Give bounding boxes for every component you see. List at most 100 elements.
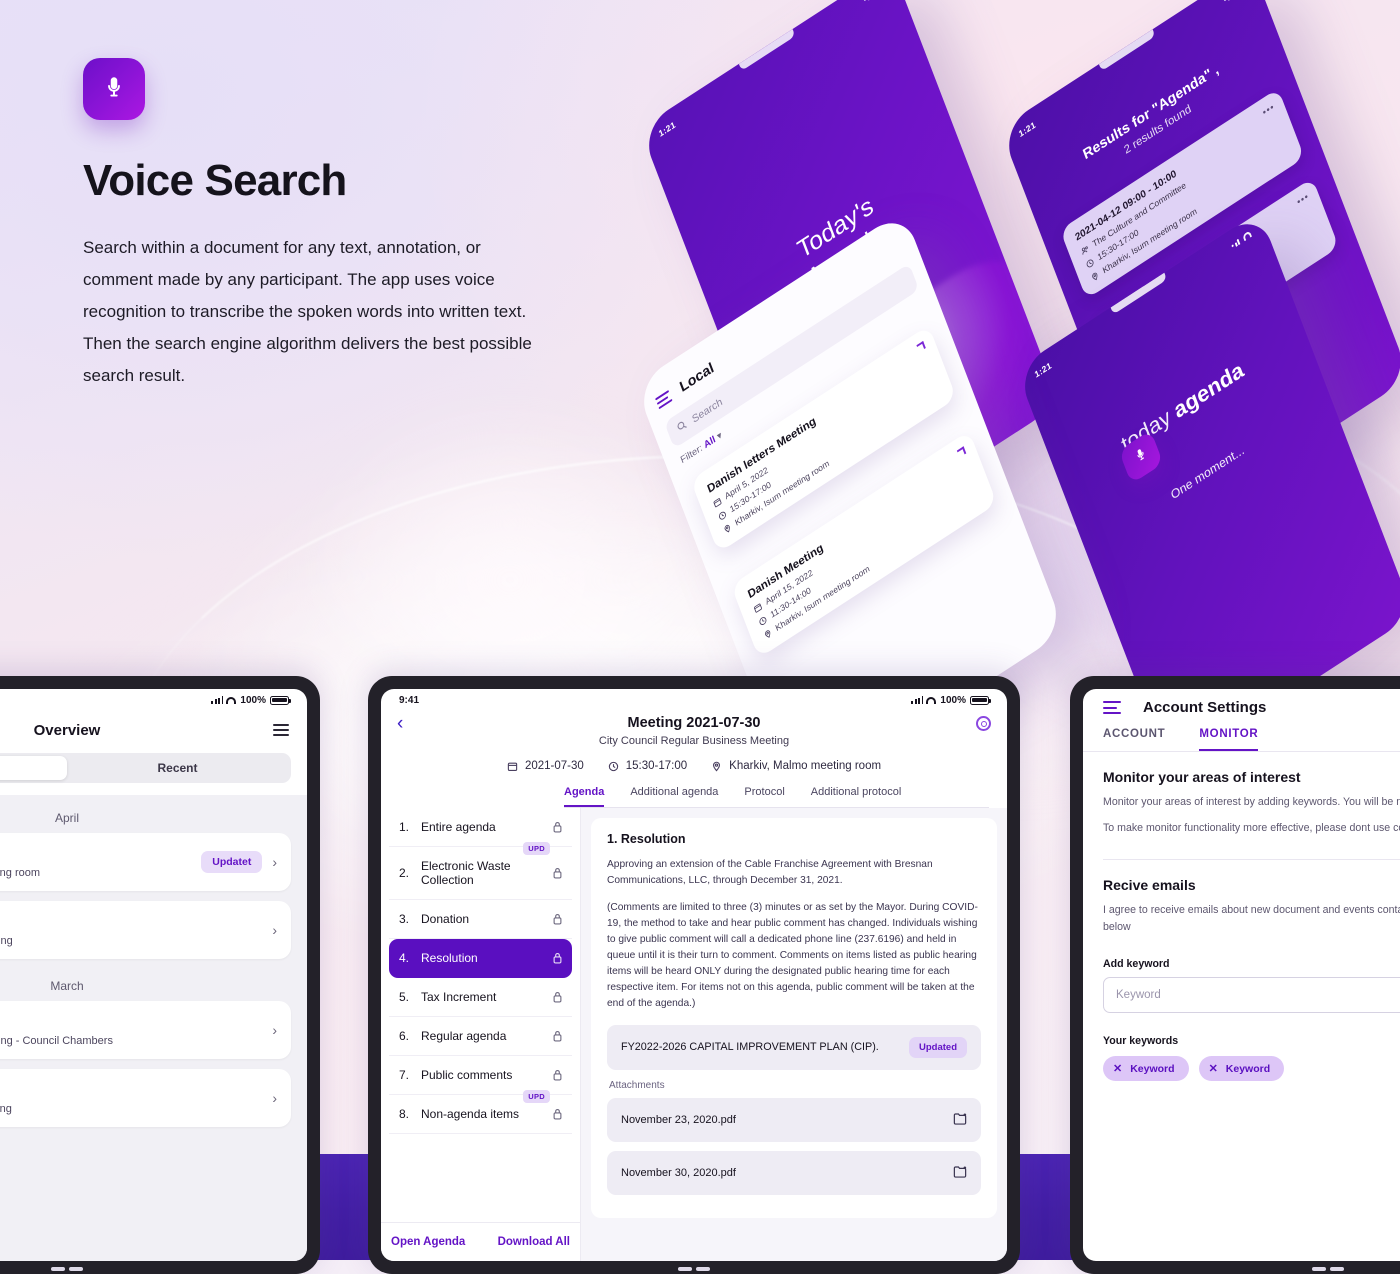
agenda-item[interactable]: 6. Regular agenda bbox=[389, 1017, 572, 1056]
tab-additional-protocol[interactable]: Additional protocol bbox=[811, 786, 902, 807]
hamburger-icon[interactable] bbox=[1103, 701, 1121, 714]
document-paragraph-1: Approving an extension of the Cable Fran… bbox=[607, 859, 933, 886]
meeting-info: Board Committee 15:30-17:00 Hybrid Meeti… bbox=[0, 1013, 262, 1047]
wifi-icon bbox=[926, 696, 937, 704]
agenda-item-number: 2. bbox=[399, 866, 410, 880]
overview-header: Overview bbox=[0, 711, 307, 749]
meeting-list-item[interactable]: Development 15:30-17:00 Hybrid Meeting › bbox=[0, 901, 291, 959]
agenda-item[interactable]: 3. Donation bbox=[389, 900, 572, 939]
tablet-overview: 100% Overview Upcoming Recent April Advi… bbox=[0, 676, 320, 1274]
meeting-title: Advisory Committee bbox=[0, 1081, 262, 1096]
keyword-chip[interactable]: ✕ Keyword bbox=[1198, 1056, 1285, 1081]
agenda-item-selected[interactable]: 4. Resolution bbox=[389, 939, 572, 978]
monitor-paragraph-2: To make monitor functionality more effec… bbox=[1103, 822, 1400, 834]
tab-agenda[interactable]: Agenda bbox=[564, 786, 605, 807]
meeting-body: 1. Entire agenda UPD 2. Electronic Waste… bbox=[381, 808, 1007, 1261]
meeting-meta: 15:30-17:00 Hybrid Meeting - Council Cha… bbox=[0, 1035, 262, 1047]
meeting-location: Virtual meeting room bbox=[0, 867, 41, 879]
file-download-icon[interactable] bbox=[953, 1112, 967, 1128]
meeting-list-item[interactable]: Board Committee 15:30-17:00 Hybrid Meeti… bbox=[0, 1001, 291, 1059]
meeting-title: Board Committee bbox=[0, 1013, 262, 1028]
cip-document-row[interactable]: FY2022-2026 CAPITAL IMPROVEMENT PLAN (CI… bbox=[607, 1025, 981, 1070]
record-circle-icon[interactable] bbox=[976, 716, 991, 731]
meeting-tabs: Agenda Additional agenda Protocol Additi… bbox=[564, 786, 989, 808]
status-bar: 100% bbox=[0, 689, 307, 711]
agenda-item-number: 8. bbox=[399, 1107, 410, 1121]
phone-status-time: 1:21 bbox=[1033, 360, 1053, 380]
document-heading: 1. Resolution bbox=[607, 832, 686, 846]
agenda-item-number: 4. bbox=[399, 951, 410, 965]
meeting-location: Hybrid Meeting bbox=[0, 935, 13, 947]
agenda-item-number: 3. bbox=[399, 912, 410, 926]
document-paragraph-2: (Comments are limited to three (3) minut… bbox=[607, 902, 978, 1009]
close-icon[interactable]: ✕ bbox=[1209, 1062, 1218, 1075]
month-header-april: April bbox=[54, 811, 79, 825]
meeting-location-row: Hybrid Meeting bbox=[0, 935, 13, 947]
chevron-right-icon[interactable]: › bbox=[272, 1022, 277, 1038]
tablet-screen-overview: 100% Overview Upcoming Recent April Advi… bbox=[0, 689, 307, 1261]
battery-icon bbox=[270, 695, 291, 705]
keyword-input-placeholder: Keyword bbox=[1116, 989, 1161, 1001]
attachments-label: Attachments bbox=[609, 1080, 665, 1091]
meeting-meta: 15:30-17:00 Virtual meeting room bbox=[0, 867, 191, 879]
close-icon[interactable]: ✕ bbox=[1113, 1062, 1122, 1075]
keyword-chip[interactable]: ✕ Keyword bbox=[1103, 1056, 1189, 1081]
agenda-item-number: 5. bbox=[399, 990, 410, 1004]
agenda-item[interactable]: UPD 2. Electronic Waste Collection bbox=[389, 842, 572, 900]
keyword-chip-list: ✕ Keyword ✕ Keyword bbox=[1103, 1056, 1400, 1081]
signal-icon bbox=[211, 696, 223, 704]
chevron-right-icon[interactable]: › bbox=[272, 922, 277, 938]
monitor-heading: Monitor your areas of interest bbox=[1103, 769, 1301, 785]
agenda-item-label: Tax Increment bbox=[421, 990, 497, 1004]
wifi-icon bbox=[226, 696, 237, 704]
chevron-right-icon[interactable]: › bbox=[272, 1090, 277, 1106]
more-options-icon[interactable]: ••• bbox=[1261, 102, 1276, 119]
updated-badge: Updated bbox=[909, 1037, 967, 1058]
attachment-row[interactable]: November 30, 2020.pdf bbox=[607, 1151, 981, 1195]
cip-title: FY2022-2026 CAPITAL IMPROVEMENT PLAN (CI… bbox=[621, 1041, 879, 1053]
tablet-screen-meeting: 9:41 100% ‹ Meeting 2021-07-30 City Coun… bbox=[381, 689, 1007, 1261]
settings-tabs: ACCOUNT MONITOR bbox=[1083, 728, 1400, 752]
hamburger-icon[interactable] bbox=[654, 389, 673, 409]
meeting-list-item[interactable]: Advisory Committee 15:30-17:00 Virtual M… bbox=[0, 1069, 291, 1127]
tab-additional-agenda[interactable]: Additional agenda bbox=[630, 786, 718, 807]
attachment-row[interactable]: November 23, 2020.pdf bbox=[607, 1098, 981, 1142]
chevron-left-icon[interactable]: ‹ bbox=[397, 713, 403, 735]
meeting-meta: 15:30-17:00 Virtual Meeting bbox=[0, 1103, 262, 1115]
open-agenda-button[interactable]: Open Agenda bbox=[391, 1236, 465, 1248]
agenda-item-label: Resolution bbox=[421, 951, 478, 965]
search-placeholder: Search bbox=[690, 396, 724, 426]
meeting-meta-row: 2021-07-30 15:30-17:00 Kharkiv, Malmo me… bbox=[399, 760, 989, 772]
more-options-icon[interactable]: ••• bbox=[1296, 191, 1311, 208]
battery-percent: 100% bbox=[940, 694, 966, 706]
file-download-icon[interactable] bbox=[953, 1165, 967, 1181]
download-all-button[interactable]: Download All bbox=[498, 1236, 570, 1248]
agenda-item-number: 1. bbox=[399, 820, 410, 834]
status-badge: Updatet bbox=[201, 851, 263, 873]
lock-icon bbox=[553, 821, 562, 833]
agenda-item-label: Non-agenda items bbox=[421, 1107, 520, 1121]
signal-icon bbox=[862, 0, 875, 3]
agenda-item[interactable]: 5. Tax Increment bbox=[389, 978, 572, 1017]
keyword-input[interactable]: Keyword bbox=[1103, 977, 1400, 1013]
clock-icon bbox=[757, 614, 768, 627]
overview-title: Overview bbox=[33, 721, 101, 739]
microphone-icon bbox=[1131, 444, 1150, 470]
tab-recent[interactable]: Recent bbox=[67, 756, 288, 780]
sliders-icon[interactable] bbox=[273, 724, 289, 736]
meeting-info: Development 15:30-17:00 Hybrid Meeting bbox=[0, 913, 262, 947]
meeting-location: Hybrid Meeting - Council Chambers bbox=[0, 1035, 113, 1047]
document-pane: 1. Resolution Approving an extension of … bbox=[581, 808, 1007, 1261]
tab-upcoming[interactable]: Upcoming bbox=[0, 756, 67, 780]
tab-protocol[interactable]: Protocol bbox=[744, 786, 784, 807]
meeting-list-item[interactable]: Advisory Committee 15:30-17:00 Virtual m… bbox=[0, 833, 291, 891]
meeting-header: ‹ Meeting 2021-07-30 City Council Regula… bbox=[381, 711, 1007, 808]
clock-icon bbox=[608, 761, 619, 772]
tab-monitor[interactable]: MONITOR bbox=[1199, 728, 1259, 751]
calendar-icon bbox=[752, 601, 763, 614]
keyword-chip-label: Keyword bbox=[1130, 1062, 1175, 1075]
chevron-right-icon[interactable]: › bbox=[272, 854, 277, 870]
microphone-icon bbox=[101, 74, 127, 105]
tab-account[interactable]: ACCOUNT bbox=[1103, 728, 1165, 751]
agenda-item[interactable]: UPD 8. Non-agenda items bbox=[389, 1090, 572, 1134]
